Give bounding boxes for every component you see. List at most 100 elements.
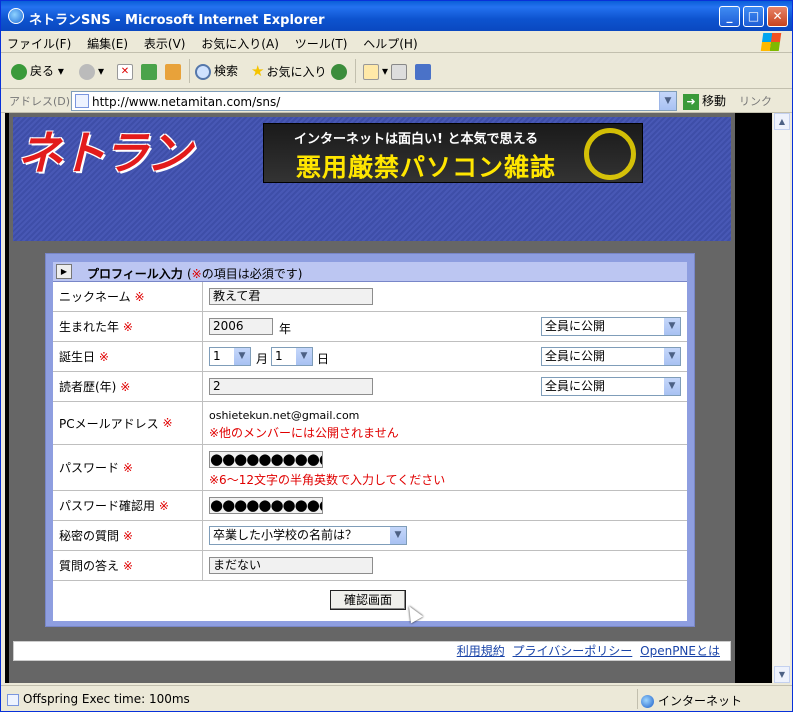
select-value: 全員に公開 xyxy=(545,319,606,333)
media-icon xyxy=(331,63,347,80)
search-button[interactable]: 検索 xyxy=(195,61,238,81)
password-input[interactable]: ●●●●●●●●●● xyxy=(209,451,323,468)
menu-bar: ファイル(F) 編集(E) 表示(V) お気に入り(A) ツール(T) ヘルプ(… xyxy=(1,31,792,53)
print-button[interactable] xyxy=(391,61,410,81)
row-birthday: 誕生日 ※ 1 ▼ 月 1 ▼ 日 全員に公開 ▼ xyxy=(53,342,687,372)
required-mark: ※ xyxy=(134,289,145,304)
media-button[interactable] xyxy=(331,61,350,81)
label-text: PCメールアドレス xyxy=(59,416,159,431)
close-button[interactable]: ✕ xyxy=(767,6,788,27)
row-submit: 確認画面 xyxy=(53,581,687,624)
ad-banner[interactable]: インターネットは面白い! と本気で思える 悪用厳禁パソコン雑誌 xyxy=(263,123,643,183)
row-password-confirm: パスワード確認用 ※ ●●●●●●●●●● xyxy=(53,491,687,521)
vertical-scrollbar[interactable]: ▲ ▼ xyxy=(772,113,790,683)
refresh-icon xyxy=(141,63,157,80)
secret-question-select[interactable]: 卒業した小学校の名前は？ ▼ xyxy=(209,526,407,545)
email-note: ※他のメンバーには公開されません xyxy=(209,426,399,440)
page-viewport: ネトラン インターネットは面白い! と本気で思える 悪用厳禁パソコン雑誌 ▶ プ… xyxy=(5,113,772,683)
maximize-button[interactable]: □ xyxy=(743,6,764,27)
confirm-button[interactable]: 確認画面 xyxy=(330,590,406,610)
birth-day-select[interactable]: 1 ▼ xyxy=(271,347,313,366)
value-cell: oshietekun.net@gmail.com ※他のメンバーには公開されませ… xyxy=(203,402,687,444)
reader-privacy-select[interactable]: 全員に公開 ▼ xyxy=(541,377,681,396)
header-banner: ネトラン インターネットは面白い! と本気で思える 悪用厳禁パソコン雑誌 xyxy=(13,117,731,241)
ad-line2: 悪用厳禁パソコン雑誌 xyxy=(296,153,557,182)
mail-button[interactable]: ▾ xyxy=(363,61,388,81)
label-text: 質問の答え xyxy=(59,559,120,573)
select-value: 1 xyxy=(213,349,221,363)
security-zone: インターネット xyxy=(641,692,742,709)
menu-edit[interactable]: 編集(E) xyxy=(81,31,134,52)
openpne-link[interactable]: OpenPNEとは xyxy=(640,644,720,658)
menu-file[interactable]: ファイル(F) xyxy=(1,31,77,52)
required-mark: ※ xyxy=(158,498,169,513)
chevron-down-icon[interactable]: ▼ xyxy=(659,92,676,110)
label-reader-years: 読者歴(年) ※ xyxy=(53,372,203,401)
minimize-button[interactable]: _ xyxy=(719,6,740,27)
address-url: http://www.netamitan.com/sns/ xyxy=(92,95,281,109)
form-note: の項目は必須です) xyxy=(201,267,303,281)
label-text: パスワード xyxy=(59,461,120,475)
chevron-down-icon: ▼ xyxy=(234,348,250,365)
terms-link[interactable]: 利用規約 xyxy=(457,644,505,658)
play-icon: ▶ xyxy=(56,264,72,279)
site-logo[interactable]: ネトラン xyxy=(17,123,223,183)
favorites-label: お気に入り xyxy=(266,65,327,79)
go-button[interactable]: ➜ 移動 xyxy=(683,92,726,110)
password-confirm-input[interactable]: ●●●●●●●●●● xyxy=(209,497,323,514)
toolbar: 戻る ▾ ▾ ✕ 検索 ★ お気に入り ▾ xyxy=(1,53,792,89)
value-cell: 2006 年 全員に公開 ▼ xyxy=(203,312,687,341)
address-input[interactable]: http://www.netamitan.com/sns/ ▼ xyxy=(71,91,677,111)
menu-view[interactable]: 表示(V) xyxy=(138,31,192,52)
page-icon xyxy=(75,94,89,108)
privacy-link[interactable]: プライバシーポリシー xyxy=(513,644,633,658)
menu-favorites[interactable]: お気に入り(A) xyxy=(195,31,285,52)
toolbar-separator xyxy=(355,59,356,83)
edit-button[interactable] xyxy=(415,61,434,81)
secret-answer-input[interactable]: まだない xyxy=(209,557,373,574)
nickname-input[interactable]: 教えて君 xyxy=(209,288,373,305)
menu-tools[interactable]: ツール(T) xyxy=(289,31,354,52)
label-password-confirm: パスワード確認用 ※ xyxy=(53,491,203,520)
stop-button[interactable]: ✕ xyxy=(117,61,136,81)
birth-month-select[interactable]: 1 ▼ xyxy=(209,347,251,366)
links-toolbar[interactable]: リンク xyxy=(739,93,772,109)
browser-window: ネトランSNS - Microsoft Internet Explorer _ … xyxy=(0,0,793,712)
home-button[interactable] xyxy=(165,61,184,81)
value-cell: ●●●●●●●●●● ※6～12文字の半角英数で入力してください xyxy=(203,445,687,490)
required-mark: ※ xyxy=(122,319,133,334)
birth-year-input[interactable]: 2006 xyxy=(209,318,273,335)
go-arrow-icon: ➜ xyxy=(683,93,699,110)
month-unit: 月 xyxy=(256,352,269,366)
forward-button[interactable]: ▾ xyxy=(79,61,104,81)
select-value: 1 xyxy=(275,349,283,363)
label-secret-answer: 質問の答え ※ xyxy=(53,551,203,580)
refresh-button[interactable] xyxy=(141,61,160,81)
required-mark: ※ xyxy=(191,267,202,281)
stop-icon: ✕ xyxy=(117,63,133,80)
scroll-down-icon[interactable]: ▼ xyxy=(774,666,790,683)
go-label: 移動 xyxy=(702,94,727,108)
chevron-down-icon: ▼ xyxy=(664,378,680,395)
row-email: PCメールアドレス ※ oshietekun.net@gmail.com ※他の… xyxy=(53,402,687,445)
back-button[interactable]: 戻る ▾ xyxy=(11,61,64,81)
form-title-text: プロフィール入力 xyxy=(87,267,183,281)
select-value: 卒業した小学校の名前は？ xyxy=(213,528,358,542)
birth-year-privacy-select[interactable]: 全員に公開 ▼ xyxy=(541,317,681,336)
birthday-privacy-select[interactable]: 全員に公開 ▼ xyxy=(541,347,681,366)
scroll-up-icon[interactable]: ▲ xyxy=(774,113,790,130)
window-title: ネトランSNS - Microsoft Internet Explorer xyxy=(29,13,325,28)
print-icon xyxy=(391,63,407,80)
value-cell: 卒業した小学校の名前は？ ▼ xyxy=(203,521,687,550)
address-bar: アドレス(D) http://www.netamitan.com/sns/ ▼ … xyxy=(1,89,792,113)
form-title: プロフィール入力 (※の項目は必須です) xyxy=(87,265,302,282)
menu-help[interactable]: ヘルプ(H) xyxy=(357,31,423,52)
select-value: 全員に公開 xyxy=(545,379,606,393)
value-cell: 1 ▼ 月 1 ▼ 日 全員に公開 ▼ xyxy=(203,342,687,371)
label-password: パスワード ※ xyxy=(53,445,203,490)
reader-years-input[interactable]: 2 xyxy=(209,378,373,395)
favorites-button[interactable]: ★ お気に入り xyxy=(251,61,326,81)
row-birth-year: 生まれた年 ※ 2006 年 全員に公開 ▼ xyxy=(53,312,687,342)
globe-icon xyxy=(641,695,654,708)
star-icon: ★ xyxy=(251,62,265,80)
